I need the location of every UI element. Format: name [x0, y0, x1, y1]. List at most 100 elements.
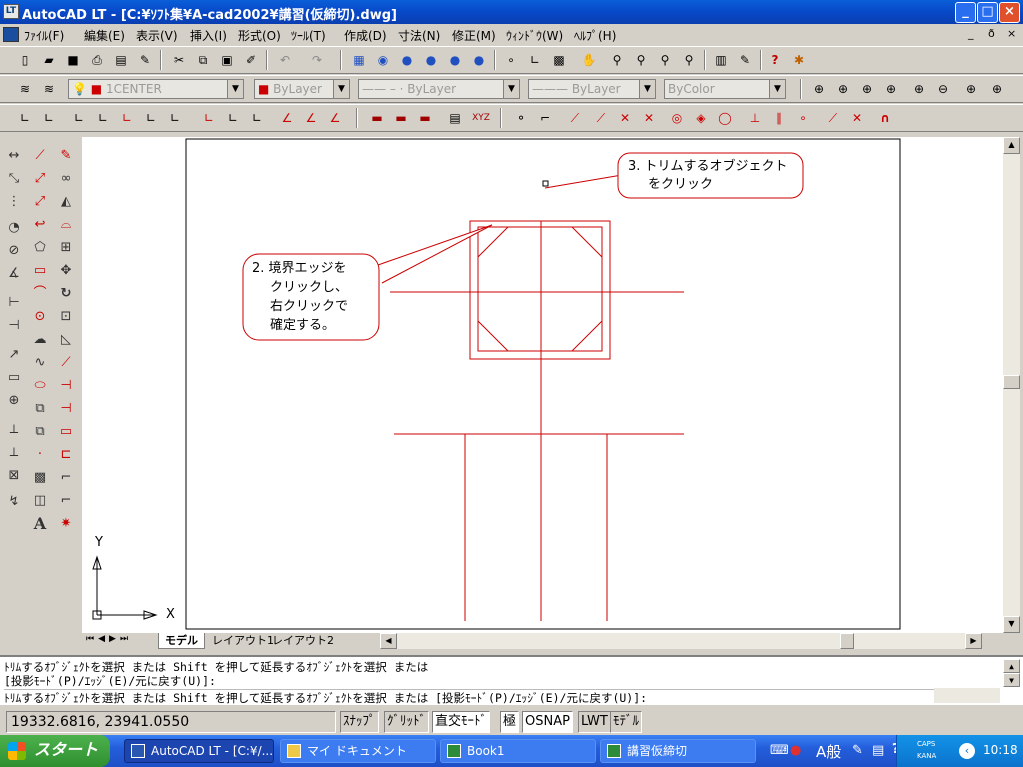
dim-baseline-icon[interactable]: ⊢: [2, 292, 26, 313]
plotstyle-select[interactable]: ByColor ▼: [664, 79, 786, 99]
ortho-toggle[interactable]: 直交ﾓｰﾄﾞ: [432, 711, 491, 733]
erase-icon[interactable]: ✎: [54, 145, 78, 166]
drawing-area[interactable]: 3. トリムするオブジェクト をクリック 2. 境界エッジを クリックし、 右ク…: [82, 137, 1003, 633]
ucs-previous-icon[interactable]: ∟: [68, 108, 90, 128]
snap-extension-icon[interactable]: ⟋: [564, 108, 586, 128]
ucs-object-icon[interactable]: ∟: [116, 108, 138, 128]
properties-icon[interactable]: ▩: [548, 50, 570, 70]
array-icon[interactable]: ⊞: [54, 237, 78, 258]
menu-edit[interactable]: 編集(E): [84, 27, 125, 44]
spell-check-icon[interactable]: ✎: [134, 50, 156, 70]
document-icon[interactable]: [3, 27, 19, 42]
grid-toggle[interactable]: ｸﾞﾘｯﾄﾞ: [384, 711, 429, 733]
menu-tools[interactable]: ﾂｰﾙ(T): [291, 27, 326, 44]
menu-file[interactable]: ﾌｧｲﾙ(F): [24, 27, 64, 44]
snap-nearest-icon[interactable]: ⟋: [822, 108, 844, 128]
snap-parallel-icon[interactable]: ∥: [768, 108, 790, 128]
model-toggle[interactable]: ﾓﾃﾞﾙ: [610, 711, 642, 733]
zoom-extents-icon[interactable]: ⚲: [678, 50, 700, 70]
snap-center-icon[interactable]: ◎: [666, 108, 688, 128]
paste-icon[interactable]: ▣: [216, 50, 238, 70]
region-icon[interactable]: ◫: [28, 490, 52, 511]
print-icon[interactable]: ⎙: [86, 50, 108, 70]
lwt-toggle[interactable]: LWT: [578, 711, 611, 733]
dim-linear-icon[interactable]: ∟: [14, 108, 36, 128]
ucs-rotate-z-icon[interactable]: ∠: [324, 108, 346, 128]
print-preview-icon[interactable]: ▤: [110, 50, 132, 70]
snap-apparent-icon[interactable]: ✕: [638, 108, 660, 128]
hyperlink-icon[interactable]: ●: [420, 50, 442, 70]
task-book1[interactable]: Book1: [440, 739, 596, 763]
snap-quadrant-icon[interactable]: ◈: [690, 108, 712, 128]
ime-mode[interactable]: A般: [816, 741, 841, 762]
tab-layout2[interactable]: レイアウト2: [266, 633, 340, 649]
web-icon[interactable]: ●: [468, 50, 490, 70]
start-button[interactable]: スタート: [0, 735, 110, 767]
make-block-icon[interactable]: ⧉: [28, 421, 52, 442]
dim-ordinate-icon[interactable]: ⋮: [2, 191, 26, 212]
command-input[interactable]: ﾄﾘﾑするｵﾌﾞｼﾞｪｸﾄを選択 または Shift を押して延長するｵﾌﾞｼﾞ…: [4, 689, 934, 706]
snap-toggle[interactable]: ｽﾅｯﾌﾟ: [340, 711, 379, 733]
sheet-set-icon[interactable]: ✎: [734, 50, 756, 70]
help-icon[interactable]: ?: [764, 50, 786, 70]
layer-manager-icon[interactable]: ≋: [14, 79, 36, 99]
copy-icon[interactable]: ⧉: [192, 50, 214, 70]
center-mark-icon[interactable]: ⊕: [2, 390, 26, 411]
explode-icon[interactable]: ✷: [54, 513, 78, 534]
menu-view[interactable]: 表示(V): [136, 27, 178, 44]
keyboard-icon[interactable]: ⌨: [770, 743, 789, 758]
ellipse-icon[interactable]: ⬭: [28, 375, 52, 396]
layer-isolate-icon[interactable]: ▬: [390, 108, 412, 128]
snap-intersection-icon[interactable]: ✕: [614, 108, 636, 128]
layer-select[interactable]: 💡 ■ 1CENTER ▼: [68, 79, 244, 99]
ucs-rotate-x-icon[interactable]: ∠: [276, 108, 298, 128]
ucs-view-icon[interactable]: ∟: [164, 108, 186, 128]
snap-temp-icon[interactable]: ⌐: [534, 108, 556, 128]
dim-continue-icon[interactable]: ⊣: [2, 315, 26, 336]
hscroll-thumb[interactable]: [840, 633, 854, 649]
mirror-icon[interactable]: ◭: [54, 191, 78, 212]
layer-freeze-icon[interactable]: ▬: [414, 108, 436, 128]
scroll-left-button[interactable]: ◀: [380, 633, 397, 649]
copy-object-icon[interactable]: ∞: [54, 168, 78, 189]
stretch-icon[interactable]: ◺: [54, 329, 78, 350]
dim-style-icon[interactable]: ↯: [2, 491, 26, 512]
dim-radius-icon[interactable]: ◔: [2, 217, 26, 238]
command-window[interactable]: ﾄﾘﾑするｵﾌﾞｼﾞｪｸﾄを選択 または Shift を押して延長するｵﾌﾞｼﾞ…: [0, 655, 1023, 705]
rectangle-icon[interactable]: ▭: [28, 260, 52, 281]
dim-angular-icon[interactable]: ∡: [2, 263, 26, 284]
snap-perpendicular-icon[interactable]: ⊥: [744, 108, 766, 128]
menu-draw[interactable]: 作成(D): [344, 27, 387, 44]
polygon-icon[interactable]: ⬠: [28, 237, 52, 258]
extend-icon[interactable]: ⊣: [54, 398, 78, 419]
chevron-down-icon[interactable]: ▼: [769, 80, 785, 98]
layer-previous-icon[interactable]: ▬: [366, 108, 388, 128]
zoom-window-icon[interactable]: ⊕: [808, 79, 830, 99]
menu-insert[interactable]: 挿入(I): [190, 27, 227, 44]
chamfer-icon[interactable]: ⌐: [54, 467, 78, 488]
ucs-rotate-y-icon[interactable]: ∠: [300, 108, 322, 128]
polyline-icon[interactable]: ⤢: [28, 191, 52, 212]
app-icon[interactable]: LT: [3, 4, 19, 19]
spline-icon[interactable]: ∿: [28, 352, 52, 373]
design-center-icon[interactable]: ▦: [348, 50, 370, 70]
trim-icon[interactable]: ⊣: [54, 375, 78, 396]
menu-dimension[interactable]: 寸法(N): [398, 27, 440, 44]
zoom-extents-icon[interactable]: ⊕: [986, 79, 1008, 99]
fillet-icon[interactable]: ⌐: [54, 490, 78, 511]
polar-toggle[interactable]: 極: [500, 711, 520, 733]
save-icon[interactable]: ■: [62, 50, 84, 70]
zoom-window-icon[interactable]: ⚲: [630, 50, 652, 70]
zoom-center-icon[interactable]: ⊕: [880, 79, 902, 99]
chevron-down-icon[interactable]: ▼: [227, 80, 243, 98]
zoom-out-icon[interactable]: ⊖: [932, 79, 954, 99]
multiline-text-icon[interactable]: A: [28, 513, 52, 534]
tool-palette-icon[interactable]: ▥: [710, 50, 732, 70]
zoom-scale-icon[interactable]: ⊕: [856, 79, 878, 99]
ime-icon[interactable]: ●: [790, 743, 801, 758]
insert-block-icon[interactable]: ⧉: [28, 398, 52, 419]
open-file-icon[interactable]: ▰: [38, 50, 60, 70]
coordinate-display[interactable]: 19332.6816, 23941.0550: [6, 711, 336, 733]
snap-endpoint-icon[interactable]: ⚬: [510, 108, 532, 128]
dim-linear-icon[interactable]: ↔: [2, 145, 26, 166]
